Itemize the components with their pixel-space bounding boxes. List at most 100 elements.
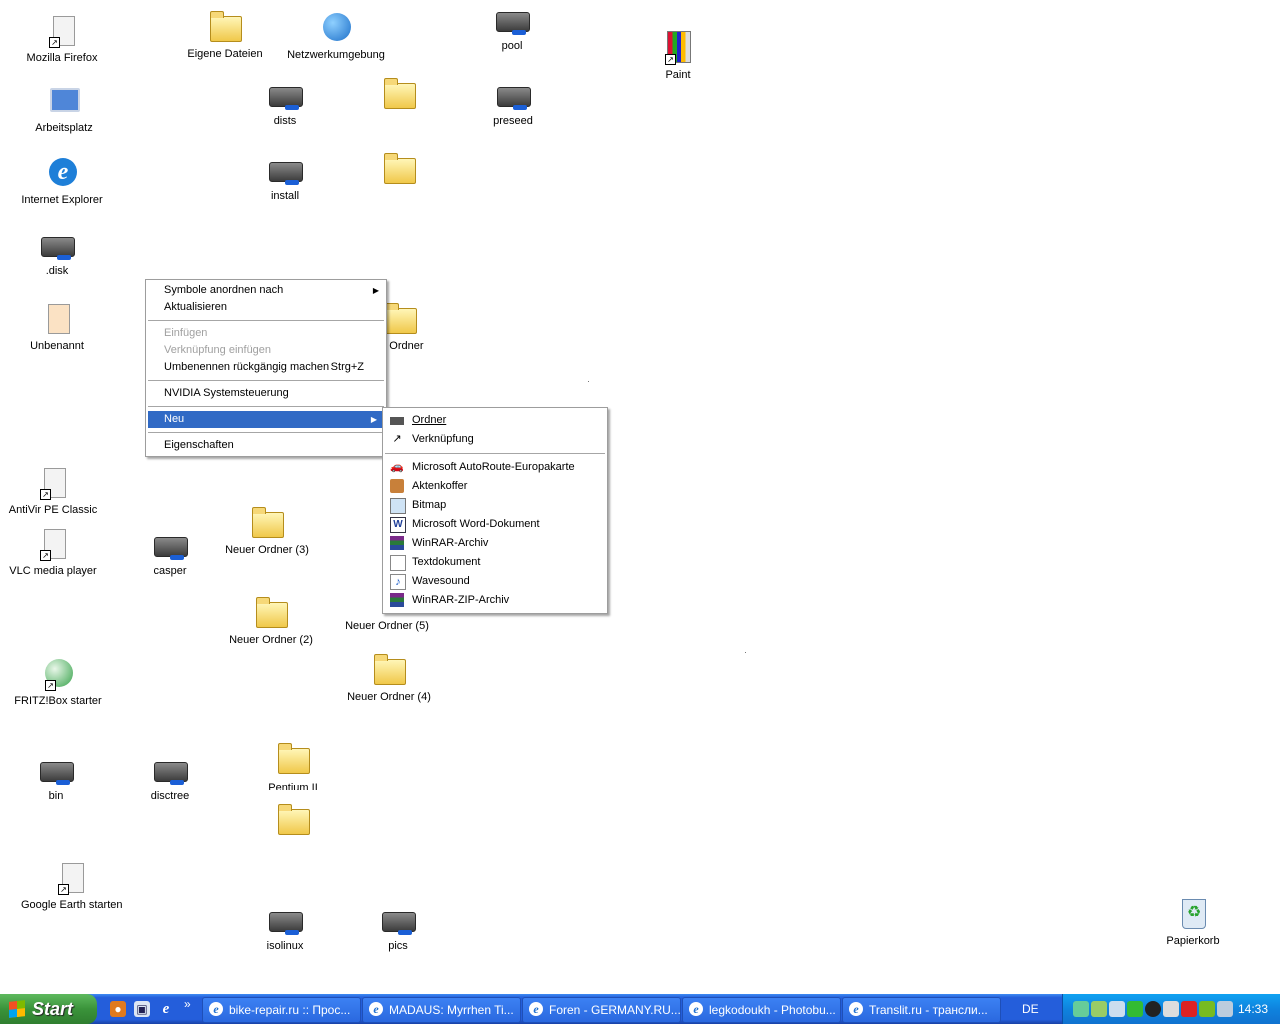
quicklaunch-ie-icon[interactable]: e: [158, 1001, 174, 1017]
desktop-icon-bin[interactable]: bin: [6, 752, 106, 803]
icon-label: Eigene Dateien: [187, 48, 263, 60]
desktop-icon-netzwerkumgebung[interactable]: Netzwerkumgebung: [286, 11, 386, 62]
menu-item-symbole-anordnen[interactable]: Symbole anordnen nach ▶: [146, 282, 386, 299]
tray-update-icon[interactable]: [1127, 1001, 1143, 1017]
desktop-icon-install[interactable]: install: [235, 152, 335, 203]
desktop-icon-folder-unnamed-1[interactable]: [349, 77, 449, 115]
icon-label: install: [270, 190, 300, 202]
desktop-icon-neuer-ordner-2[interactable]: Neuer Ordner (2): [221, 596, 321, 647]
desktop-icon-papierkorb[interactable]: ♻ Papierkorb: [1143, 897, 1243, 948]
icon-label: pool: [501, 40, 523, 52]
icon-label: Netzwerkumgebung: [287, 49, 385, 61]
icon-label: Neuer Ordner (3): [225, 544, 309, 556]
submenu-item-verknuepfung[interactable]: ↗ Verknüpfung: [383, 430, 607, 449]
icon-label: Arbeitsplatz: [35, 122, 93, 134]
quicklaunch-media-icon[interactable]: ●: [110, 1001, 126, 1017]
menu-item-umbenennen-rueckgaengig[interactable]: Umbenennen rückgängig machen Strg+Z: [146, 359, 386, 376]
menu-item-aktualisieren[interactable]: Aktualisieren: [146, 299, 386, 316]
submenu-item-wavesound[interactable]: ♪ Wavesound: [383, 572, 607, 591]
tray-display-icon[interactable]: [1163, 1001, 1179, 1017]
desktop-icon-disctree[interactable]: disctree: [120, 752, 220, 803]
icon-label: Neuer Ordner (4): [347, 691, 431, 703]
tray-speaker-icon[interactable]: [1109, 1001, 1125, 1017]
menu-item-neu[interactable]: Neu ▶: [148, 411, 384, 428]
firefox-shortcut-icon: ↗: [45, 14, 79, 48]
shortcut-text: Strg+Z: [330, 361, 364, 373]
desktop-icon-pics[interactable]: pics: [348, 902, 448, 953]
autoroute-icon: 🚗: [390, 461, 404, 473]
tray-antivir-icon[interactable]: [1181, 1001, 1197, 1017]
submenu-item-aktenkoffer[interactable]: Aktenkoffer: [383, 477, 607, 496]
desktop-icon-pool[interactable]: pool: [462, 2, 562, 53]
tray-shield-icon[interactable]: [1091, 1001, 1107, 1017]
desktop-icon-eigene-dateien[interactable]: Eigene Dateien: [175, 10, 275, 61]
desktop-icon-vlc[interactable]: ↗ VLC media player: [3, 527, 103, 578]
icon-label: .disk: [45, 265, 69, 277]
folder-icon: [382, 77, 416, 111]
submenu-item-word-dokument[interactable]: W Microsoft Word-Dokument: [383, 515, 607, 534]
desktop-icon-mozilla-firefox[interactable]: ↗ Mozilla Firefox: [12, 14, 112, 65]
desktop-icon-unbenannt[interactable]: Unbenannt: [7, 302, 107, 353]
desktop-icon-neuer-ordner-3[interactable]: Neuer Ordner (3): [217, 506, 317, 557]
desktop-icon-disk[interactable]: .disk: [7, 227, 107, 278]
tray-monitor-icon[interactable]: [1217, 1001, 1233, 1017]
submenu-item-bitmap[interactable]: Bitmap: [383, 496, 607, 515]
desktop-icon-isolinux[interactable]: isolinux: [235, 902, 335, 953]
bitmap-icon: [390, 498, 406, 514]
taskbar-button-bike-repair[interactable]: e bike-repair.ru :: Прос...: [202, 997, 361, 1023]
desktop-icon-neuer-ordner-4[interactable]: Neuer Ordner (4): [339, 653, 439, 704]
desktop-dot: [588, 381, 589, 382]
taskbar-button-translit[interactable]: e Translit.ru - трансли...: [842, 997, 1001, 1023]
submenu-item-winrar-archiv[interactable]: WinRAR-Archiv: [383, 534, 607, 553]
language-indicator[interactable]: DE: [1022, 994, 1039, 1024]
start-button[interactable]: Start: [0, 994, 97, 1024]
taskbar-button-legkodoukh[interactable]: e legkodoukh - Photobu...: [682, 997, 841, 1023]
document-icon: [40, 302, 74, 336]
folder-icon: [254, 596, 288, 630]
desktop-icon-preseed[interactable]: preseed: [463, 77, 563, 128]
menu-item-eigenschaften[interactable]: Eigenschaften: [146, 437, 386, 454]
desktop-icon-arbeitsplatz[interactable]: Arbeitsplatz: [14, 84, 114, 135]
submenu-item-ordner[interactable]: Ordner: [383, 411, 607, 430]
desktop-icon-folder-unnamed-3[interactable]: [243, 803, 343, 841]
folder-icon: [383, 302, 417, 336]
desktop-icon-paint[interactable]: ↗ Paint: [628, 31, 728, 82]
icon-label: Mozilla Firefox: [26, 52, 98, 64]
icon-label: Neuer Ordner (5): [345, 620, 429, 632]
taskbar-button-madaus[interactable]: e MADAUS: Myrrhen Ti...: [362, 997, 521, 1023]
desktop-icon-pentium[interactable]: Pentium II: [243, 742, 343, 790]
tray-network-icon[interactable]: [1073, 1001, 1089, 1017]
desktop-icon-internet-explorer[interactable]: e Internet Explorer: [12, 156, 112, 207]
search-folder-icon: [250, 506, 284, 540]
quicklaunch-window-icon[interactable]: ▣: [134, 1001, 150, 1017]
submenu-item-autoroute[interactable]: 🚗 Microsoft AutoRoute-Europakarte: [383, 458, 607, 477]
clock[interactable]: 14:33: [1238, 994, 1268, 1024]
menu-separator: [148, 406, 384, 407]
folder-icon: [276, 803, 310, 837]
desktop-icon-dists[interactable]: dists: [235, 77, 335, 128]
desktop-dot: [745, 652, 746, 653]
icon-label: Paint: [665, 69, 691, 81]
drive-icon: [495, 2, 530, 36]
paint-icon: ↗: [661, 31, 695, 65]
desktop-icon-fritzbox[interactable]: ↗ FRITZ!Box starter: [8, 657, 108, 708]
submenu-item-winrar-zip[interactable]: WinRAR-ZIP-Archiv: [383, 591, 607, 610]
taskbar-button-foren-germany[interactable]: e Foren - GERMANY.RU...: [522, 997, 681, 1023]
submenu-item-textdokument[interactable]: Textdokument: [383, 553, 607, 572]
icon-label: FRITZ!Box starter: [14, 695, 102, 707]
quicklaunch-chevron[interactable]: »: [184, 997, 191, 1011]
internet-explorer-icon: e: [689, 1002, 703, 1016]
desktop-icon-folder-unnamed-2[interactable]: [349, 152, 449, 190]
tray-nvidia-icon[interactable]: [1199, 1001, 1215, 1017]
menu-item-nvidia-systemsteuerung[interactable]: NVIDIA Systemsteuerung: [146, 385, 386, 402]
menu-separator: [148, 432, 384, 433]
icon-label: disctree: [150, 790, 190, 802]
desktop-icon-casper[interactable]: casper: [120, 527, 220, 578]
desktop-icon-antivir[interactable]: ↗ AntiVir PE Classic: [3, 466, 103, 517]
drive-icon: [496, 77, 531, 111]
tray-media-icon[interactable]: [1145, 1001, 1161, 1017]
taskbar: Start ● ▣ e » e bike-repair.ru :: Прос..…: [0, 994, 1280, 1024]
drive-icon: [40, 227, 75, 261]
submenu-arrow-icon: ▶: [370, 415, 377, 424]
desktop-icon-google-earth[interactable]: ↗ Google Earth starten: [21, 861, 123, 912]
